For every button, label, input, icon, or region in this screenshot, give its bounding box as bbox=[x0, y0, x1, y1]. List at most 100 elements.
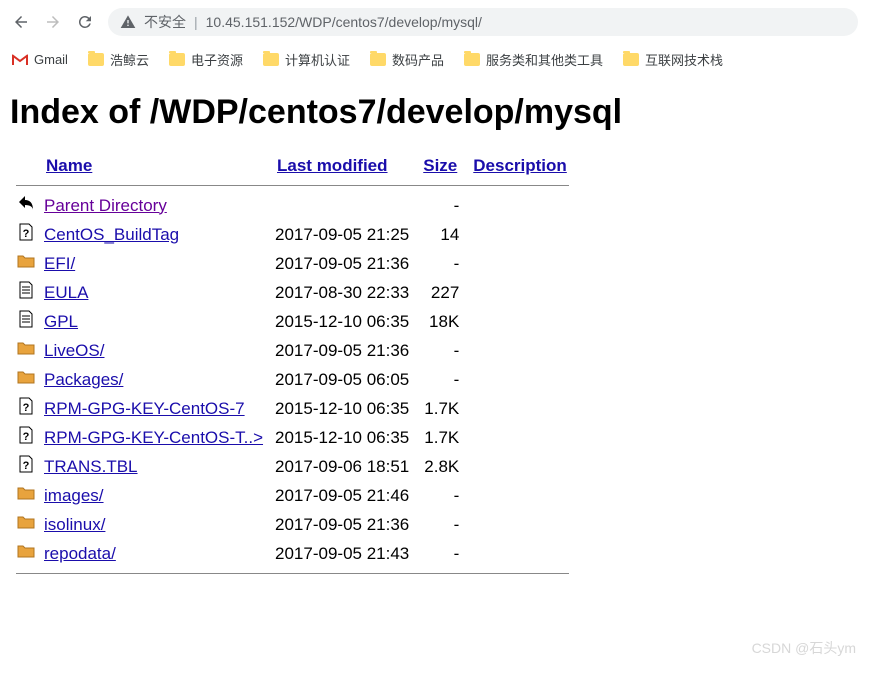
sort-description-link[interactable]: Description bbox=[473, 156, 567, 175]
reload-button[interactable] bbox=[76, 13, 94, 31]
bookmark-item[interactable]: 数码产品 bbox=[370, 50, 444, 69]
row-description bbox=[465, 423, 575, 452]
file-link[interactable]: EULA bbox=[44, 283, 88, 302]
table-row: EFI/2017-09-05 21:36- bbox=[10, 249, 575, 278]
gmail-icon bbox=[12, 54, 28, 66]
folder-icon bbox=[16, 483, 36, 503]
folder-icon bbox=[623, 53, 639, 66]
row-name: repodata/ bbox=[38, 539, 269, 568]
forward-button[interactable] bbox=[44, 13, 62, 31]
unknown-file-icon: ? bbox=[16, 222, 36, 242]
row-name: CentOS_BuildTag bbox=[38, 220, 269, 249]
row-modified: 2017-09-05 21:36 bbox=[269, 336, 415, 365]
svg-text:?: ? bbox=[23, 460, 30, 472]
row-size: - bbox=[415, 365, 465, 394]
folder-icon bbox=[16, 541, 36, 561]
bookmark-item[interactable]: 互联网技术栈 bbox=[623, 50, 723, 69]
file-link[interactable]: TRANS.TBL bbox=[44, 457, 138, 476]
bookmark-label: 浩鲸云 bbox=[110, 50, 149, 69]
row-name: images/ bbox=[38, 481, 269, 510]
row-icon bbox=[10, 278, 38, 307]
file-link[interactable]: isolinux/ bbox=[44, 515, 105, 534]
row-modified: 2017-09-05 21:36 bbox=[269, 249, 415, 278]
file-link[interactable]: EFI/ bbox=[44, 254, 75, 273]
url-text: 10.45.151.152/WDP/centos7/develop/mysql/ bbox=[206, 14, 482, 30]
bookmark-item[interactable]: 服务类和其他类工具 bbox=[464, 50, 603, 69]
row-name: RPM-GPG-KEY-CentOS-7 bbox=[38, 394, 269, 423]
bookmark-item[interactable]: 电子资源 bbox=[169, 50, 243, 69]
bookmark-item[interactable]: 浩鲸云 bbox=[88, 50, 149, 69]
row-size: 14 bbox=[415, 220, 465, 249]
row-size: - bbox=[415, 510, 465, 539]
row-size: 1.7K bbox=[415, 423, 465, 452]
sort-name-link[interactable]: Name bbox=[46, 156, 92, 175]
svg-text:?: ? bbox=[23, 402, 30, 414]
file-link[interactable]: RPM-GPG-KEY-CentOS-7 bbox=[44, 399, 245, 418]
row-modified: 2017-09-05 21:43 bbox=[269, 539, 415, 568]
row-modified: 2017-09-05 21:46 bbox=[269, 481, 415, 510]
table-row: ?TRANS.TBL2017-09-06 18:512.8K bbox=[10, 452, 575, 481]
row-modified: 2017-09-05 21:36 bbox=[269, 510, 415, 539]
row-icon bbox=[10, 336, 38, 365]
bookmark-label: 数码产品 bbox=[392, 50, 444, 69]
page-title: Index of /WDP/centos7/develop/mysql bbox=[10, 93, 860, 132]
bookmark-label: 互联网技术栈 bbox=[645, 50, 723, 69]
row-icon bbox=[10, 539, 38, 568]
unknown-file-icon: ? bbox=[16, 425, 36, 445]
file-link[interactable]: Parent Directory bbox=[44, 196, 167, 215]
row-modified: 2015-12-10 06:35 bbox=[269, 423, 415, 452]
file-link[interactable]: images/ bbox=[44, 486, 104, 505]
row-size: 18K bbox=[415, 307, 465, 336]
folder-icon bbox=[16, 251, 36, 271]
folder-icon bbox=[16, 367, 36, 387]
back-button[interactable] bbox=[12, 13, 30, 31]
row-description bbox=[465, 220, 575, 249]
row-modified: 2017-09-06 18:51 bbox=[269, 452, 415, 481]
row-icon: ? bbox=[10, 220, 38, 249]
svg-text:?: ? bbox=[23, 228, 30, 240]
file-link[interactable]: RPM-GPG-KEY-CentOS-T..> bbox=[44, 428, 263, 447]
back-icon bbox=[16, 193, 36, 213]
row-name: EULA bbox=[38, 278, 269, 307]
row-name: GPL bbox=[38, 307, 269, 336]
row-description bbox=[465, 452, 575, 481]
text-file-icon bbox=[16, 280, 36, 300]
row-icon: ? bbox=[10, 452, 38, 481]
row-name: LiveOS/ bbox=[38, 336, 269, 365]
row-description bbox=[465, 307, 575, 336]
bookmark-item[interactable]: Gmail bbox=[12, 52, 68, 67]
row-modified bbox=[269, 191, 415, 220]
folder-icon bbox=[464, 53, 480, 66]
row-modified: 2017-09-05 06:05 bbox=[269, 365, 415, 394]
file-link[interactable]: GPL bbox=[44, 312, 78, 331]
address-bar[interactable]: 不安全 | 10.45.151.152/WDP/centos7/develop/… bbox=[108, 8, 858, 36]
row-modified: 2015-12-10 06:35 bbox=[269, 394, 415, 423]
header-rule bbox=[16, 185, 569, 186]
table-row: isolinux/2017-09-05 21:36- bbox=[10, 510, 575, 539]
folder-icon bbox=[16, 512, 36, 532]
table-row: Packages/2017-09-05 06:05- bbox=[10, 365, 575, 394]
row-name: Packages/ bbox=[38, 365, 269, 394]
file-link[interactable]: CentOS_BuildTag bbox=[44, 225, 179, 244]
col-size: Size bbox=[415, 152, 465, 180]
table-row: EULA2017-08-30 22:33227 bbox=[10, 278, 575, 307]
file-link[interactable]: Packages/ bbox=[44, 370, 123, 389]
bookmark-item[interactable]: 计算机认证 bbox=[263, 50, 350, 69]
sort-size-link[interactable]: Size bbox=[423, 156, 457, 175]
row-icon bbox=[10, 307, 38, 336]
table-row: LiveOS/2017-09-05 21:36- bbox=[10, 336, 575, 365]
file-link[interactable]: LiveOS/ bbox=[44, 341, 104, 360]
file-link[interactable]: repodata/ bbox=[44, 544, 116, 563]
row-icon: ? bbox=[10, 423, 38, 452]
arrow-left-icon bbox=[12, 13, 30, 31]
row-description bbox=[465, 249, 575, 278]
sort-modified-link[interactable]: Last modified bbox=[277, 156, 388, 175]
row-modified: 2015-12-10 06:35 bbox=[269, 307, 415, 336]
row-description bbox=[465, 336, 575, 365]
table-row: images/2017-09-05 21:46- bbox=[10, 481, 575, 510]
folder-icon bbox=[88, 53, 104, 66]
table-row: ?CentOS_BuildTag2017-09-05 21:2514 bbox=[10, 220, 575, 249]
unknown-file-icon: ? bbox=[16, 396, 36, 416]
watermark: CSDN @石头ym bbox=[752, 638, 856, 658]
row-icon bbox=[10, 249, 38, 278]
